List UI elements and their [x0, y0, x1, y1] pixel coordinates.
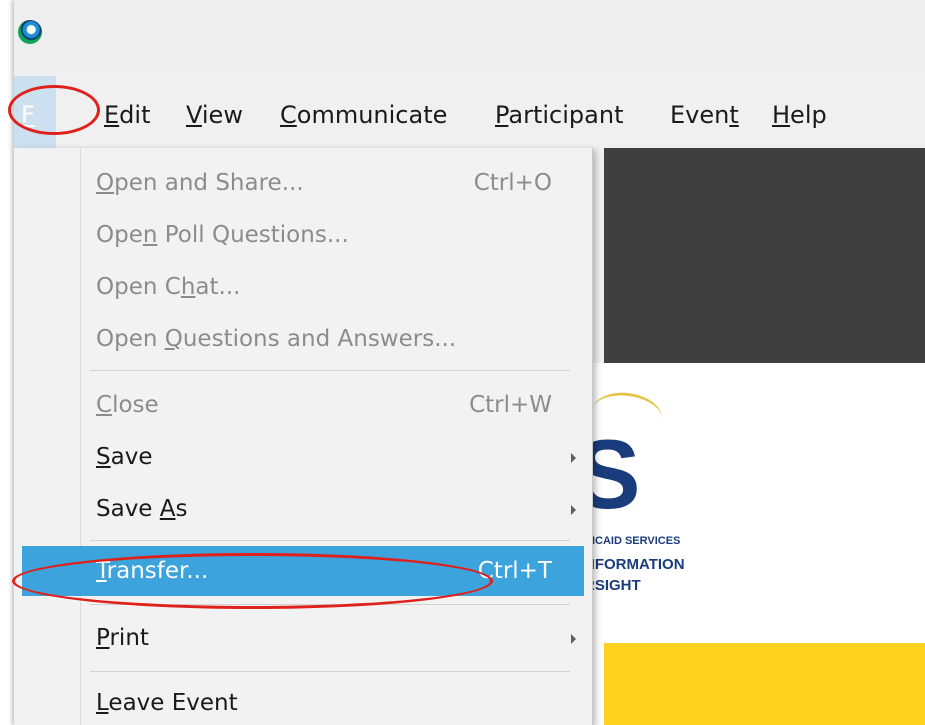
menu-item-label-rest: Poll Questions...: [157, 222, 349, 248]
app-window: File Edit View Communicate Participant E…: [14, 0, 925, 725]
menu-item-label-pre: Open: [96, 326, 165, 352]
menu-item-label: Open Chat...: [96, 272, 240, 302]
menu-item-label-accel: h: [180, 274, 196, 300]
menu-item-label: Open and Share...: [96, 168, 304, 198]
submenu-arrow-icon: [571, 505, 576, 515]
menu-item-label: Print: [96, 623, 149, 653]
slide-yellow-band: [604, 643, 925, 725]
logo-line-2: NFORMATION: [584, 556, 685, 573]
presentation-slide: IS DICAID SERVICES NFORMATION RSIGHT: [554, 363, 925, 725]
menu-help[interactable]: Help: [772, 100, 827, 130]
menu-item-label: Close: [96, 390, 159, 420]
menu-help-rest: elp: [790, 101, 827, 129]
menu-item-label-rest: uestions and Answers...: [182, 326, 457, 352]
menu-item-label-accel: L: [96, 690, 109, 716]
menu-item-label-accel: O: [96, 170, 115, 196]
menu-item-label-rest: pen and Share...: [114, 170, 304, 196]
menu-item-label-pre: Ope: [96, 222, 143, 248]
menu-edit-rest: dit: [119, 101, 151, 129]
menu-event[interactable]: Event: [670, 100, 739, 130]
menu-participant[interactable]: Participant: [495, 100, 623, 130]
menu-separator: [90, 540, 570, 541]
menu-help-accel: H: [772, 101, 791, 129]
menu-item-open-and-share[interactable]: Open and Share... Ctrl+O: [14, 158, 592, 208]
menu-item-label: Open Poll Questions...: [96, 220, 349, 250]
menu-view[interactable]: View: [186, 100, 243, 130]
menu-bar: File Edit View Communicate Participant E…: [14, 76, 925, 183]
menu-item-label-rest: ave: [110, 444, 153, 470]
menu-item-label-rest: lose: [112, 392, 159, 418]
menu-item-leave-event[interactable]: Leave Event: [14, 678, 592, 725]
menu-event-pre: Even: [670, 101, 730, 129]
menu-item-label-pre: Save: [96, 496, 160, 522]
webex-circle-icon: [18, 20, 42, 44]
menu-view-accel: V: [186, 101, 202, 129]
menu-participant-accel: P: [495, 101, 509, 129]
file-menu-dropdown: Open and Share... Ctrl+O Open Poll Quest…: [14, 148, 593, 725]
title-bar: [14, 0, 925, 72]
menu-event-accel: t: [729, 101, 739, 129]
menu-communicate-rest: ommunicate: [296, 101, 448, 129]
menu-item-label-accel: Q: [164, 326, 183, 352]
menu-item-shortcut: Ctrl+W: [469, 392, 552, 418]
menu-item-label-rest: s: [175, 496, 188, 522]
menu-edit-accel: E: [104, 101, 120, 129]
menu-separator: [90, 370, 570, 371]
menu-item-label: Save: [96, 442, 152, 472]
menu-view-rest: iew: [201, 101, 243, 129]
menu-communicate-accel: C: [280, 101, 297, 129]
menu-edit[interactable]: Edit: [104, 100, 150, 130]
menu-item-label: Leave Event: [96, 688, 238, 718]
menu-item-open-questions-and-answers[interactable]: Open Questions and Answers...: [14, 314, 592, 364]
menu-item-label-rest: at...: [195, 274, 241, 300]
menu-item-label-accel: A: [159, 496, 176, 522]
menu-participant-rest: articipant: [508, 101, 624, 129]
menu-item-shortcut: Ctrl+O: [473, 170, 552, 196]
logo-line-1: DICAID SERVICES: [584, 535, 681, 547]
menu-item-label-rest: rint: [109, 625, 149, 651]
menu-item-label: Open Questions and Answers...: [96, 324, 456, 354]
menu-item-label: Save As: [96, 494, 188, 524]
menu-item-label-accel: P: [96, 625, 110, 651]
menu-item-label-accel: C: [96, 392, 113, 418]
presentation-dark-area: [604, 148, 925, 363]
menu-communicate[interactable]: Communicate: [280, 100, 447, 130]
menu-item-close[interactable]: Close Ctrl+W: [14, 380, 592, 430]
menu-item-label-pre: Open C: [96, 274, 181, 300]
menu-item-label-rest: eave Event: [108, 690, 238, 716]
menu-item-open-poll-questions[interactable]: Open Poll Questions...: [14, 210, 592, 260]
menu-item-print[interactable]: Print: [14, 613, 592, 663]
menu-item-label-accel: n: [142, 222, 158, 248]
menu-item-save[interactable]: Save: [14, 432, 592, 482]
menu-separator: [90, 671, 570, 672]
submenu-arrow-icon: [571, 453, 576, 463]
annotation-circle-transfer: [12, 553, 493, 609]
menu-item-label-accel: S: [96, 444, 111, 470]
submenu-arrow-icon: [571, 634, 576, 644]
menu-item-open-chat[interactable]: Open Chat...: [14, 262, 592, 312]
annotation-circle-file: [8, 85, 100, 135]
menu-item-save-as[interactable]: Save As: [14, 484, 592, 534]
